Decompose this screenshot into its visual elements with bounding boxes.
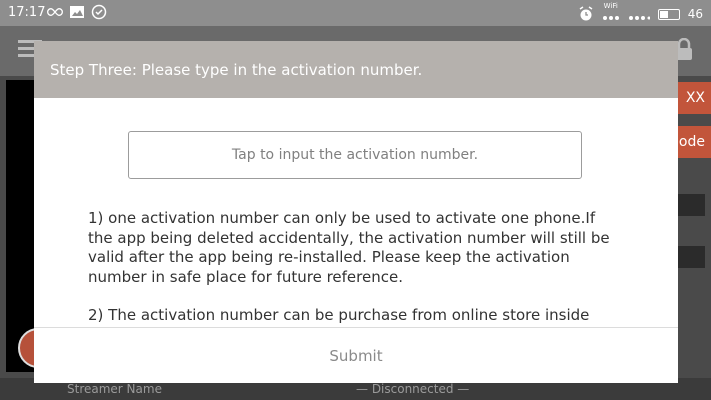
- battery-percent: 46: [687, 7, 703, 21]
- battery-icon: [657, 8, 680, 20]
- activation-dialog: Step Three: Please type in the activatio…: [34, 41, 678, 383]
- status-time: 17:17: [8, 5, 46, 20]
- dialog-header: Step Three: Please type in the activatio…: [34, 41, 678, 98]
- instruction-1: 1) one activation number can only be use…: [88, 209, 610, 286]
- instruction-2: 2) The activation number can be purchase…: [88, 306, 590, 329]
- alarm-icon: [579, 6, 593, 21]
- submit-button[interactable]: Submit: [34, 328, 678, 383]
- battery-fill: [659, 10, 668, 18]
- status-bar: 17:17 WiFi 46: [0, 0, 711, 26]
- wifi-icon: [602, 16, 619, 20]
- gallery-icon: [70, 6, 84, 18]
- infinity-icon: [47, 7, 63, 17]
- signal-icon: [628, 16, 650, 20]
- streamer-name-label: Streamer Name: [67, 382, 162, 396]
- activation-number-input[interactable]: [128, 131, 582, 179]
- side-field-2[interactable]: [677, 246, 705, 268]
- check-circle-icon: [91, 4, 107, 20]
- dialog-title: Step Three: Please type in the activatio…: [50, 61, 423, 79]
- side-field-1[interactable]: [677, 194, 705, 216]
- wifi-indicator: WiFi: [602, 3, 620, 25]
- connection-status: — Disconnected —: [356, 382, 470, 396]
- instructions-text[interactable]: 1) one activation number can only be use…: [88, 209, 616, 329]
